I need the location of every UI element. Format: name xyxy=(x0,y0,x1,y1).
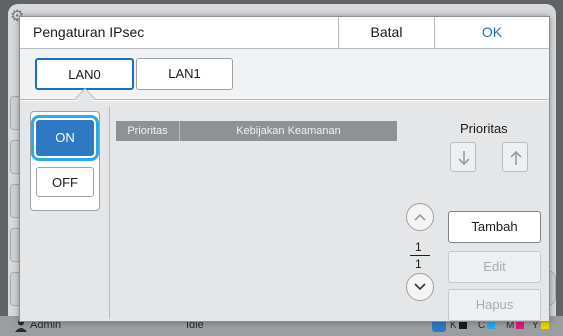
page-total: 1 xyxy=(415,257,422,271)
ok-button[interactable]: OK xyxy=(434,17,549,48)
page-current: 1 xyxy=(415,240,422,254)
ipsec-settings-dialog: Pengaturan IPsec Batal OK LAN0 LAN1 ON O… xyxy=(19,16,550,322)
policy-list-header: Prioritas Kebijakan Keamanan xyxy=(116,121,397,141)
delete-button[interactable]: Hapus xyxy=(448,289,541,321)
add-button[interactable]: Tambah xyxy=(448,211,541,243)
page-up-button[interactable] xyxy=(406,203,434,231)
arrow-up-icon xyxy=(510,150,522,165)
chevron-up-icon xyxy=(414,213,426,221)
column-header-security-policy: Kebijakan Keamanan xyxy=(236,125,341,137)
column-header-priority: Prioritas xyxy=(116,121,180,141)
dialog-title: Pengaturan IPsec xyxy=(33,24,145,40)
priority-up-button[interactable] xyxy=(502,142,528,172)
lan-tab-row: LAN0 LAN1 xyxy=(20,49,549,100)
arrow-down-icon xyxy=(458,151,470,166)
tab-lan0[interactable]: LAN0 xyxy=(35,58,134,90)
page-down-button[interactable] xyxy=(406,273,434,301)
edit-button[interactable]: Edit xyxy=(448,251,541,283)
cancel-button[interactable]: Batal xyxy=(338,17,434,48)
on-button[interactable]: ON xyxy=(31,115,99,161)
content-area: ON OFF Prioritas Kebijakan Keamanan Prio… xyxy=(20,101,549,321)
chevron-down-icon xyxy=(414,283,426,291)
off-button[interactable]: OFF xyxy=(36,167,94,197)
dialog-titlebar: Pengaturan IPsec Batal OK xyxy=(20,17,549,49)
divider xyxy=(109,107,110,319)
tab-lan1[interactable]: LAN1 xyxy=(136,58,233,90)
priority-label: Prioritas xyxy=(460,121,508,136)
priority-down-button[interactable] xyxy=(450,142,476,172)
page-divider xyxy=(410,255,430,256)
